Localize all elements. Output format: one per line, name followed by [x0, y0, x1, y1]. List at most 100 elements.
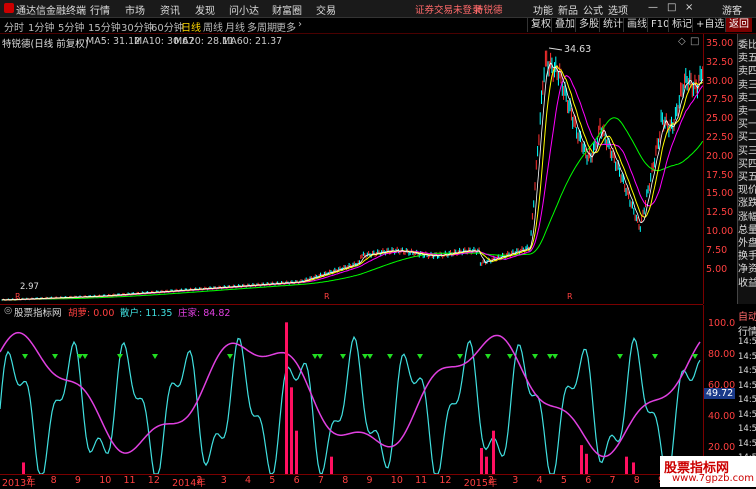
indicator-menu-icon[interactable]: ◎	[4, 305, 12, 316]
signal-bar	[22, 462, 25, 474]
price-tick-label: 7.50	[706, 244, 728, 256]
signal-bar	[585, 453, 588, 474]
time-tick-label: 2	[196, 475, 203, 486]
indicator-tick-label: 20.00	[708, 442, 736, 453]
menu-ask[interactable]: 问小达	[229, 2, 259, 17]
tick-time-label: 14:50	[738, 337, 756, 347]
guest-user[interactable]: 游客	[722, 2, 742, 17]
watermark-url: www.7gpzb.com	[672, 473, 754, 484]
period-weekly[interactable]: 周线	[203, 19, 223, 34]
low-price-label: 2.97	[20, 282, 39, 292]
time-tick-label: 11	[415, 475, 428, 486]
tool-adjust[interactable]: 复权	[527, 18, 554, 32]
rights-marker: R	[15, 292, 21, 301]
price-tick-label: 20.00	[706, 150, 734, 162]
period-60min[interactable]: 60分钟	[151, 19, 184, 34]
buy-signal-marker	[485, 354, 491, 359]
menu-news[interactable]: 资讯	[160, 2, 180, 17]
menu-options[interactable]: 选项	[608, 2, 628, 17]
period-5min[interactable]: 5分钟	[58, 19, 84, 34]
price-chart[interactable]	[0, 34, 703, 304]
period-monthly[interactable]: 月线	[225, 19, 245, 34]
period-multi[interactable]: 多周期	[247, 19, 277, 34]
menu-market[interactable]: 市场	[125, 2, 145, 17]
menu-formula[interactable]: 公式	[583, 2, 603, 17]
tick-time-label: 行情	[738, 326, 756, 338]
period-1min[interactable]: 1分钟	[28, 19, 54, 34]
signal-bar	[580, 445, 583, 474]
price-tick-label: 5.00	[706, 263, 728, 275]
tick-time-label: 14:50	[738, 395, 756, 405]
buy-signal-marker	[340, 354, 346, 359]
menu-trade[interactable]: 交易	[316, 2, 336, 17]
retail-line	[0, 335, 701, 474]
period-15min[interactable]: 15分钟	[88, 19, 121, 34]
tool-draw[interactable]: 画线	[623, 18, 650, 32]
tick-time-label: 14:50	[738, 438, 756, 449]
time-tick-label: 3	[512, 475, 519, 486]
buy-signal-marker	[547, 354, 553, 359]
period-30min[interactable]: 30分钟	[121, 19, 154, 34]
buy-signal-marker	[617, 354, 623, 359]
price-tick-label: 12.50	[706, 207, 734, 219]
time-tick-label: 8	[342, 475, 349, 486]
tool-statistics[interactable]: 统计	[599, 18, 626, 32]
buy-signal-marker	[457, 354, 463, 359]
indicator-retail-value: 散户: 11.35	[120, 308, 173, 319]
tool-overlay[interactable]: 叠加	[551, 18, 578, 32]
price-tick-label: 22.50	[706, 132, 734, 143]
chart-settings-icon[interactable]: ◇	[678, 36, 686, 47]
price-tick-label: 35.00	[706, 38, 734, 49]
indicator-tick-label: 40.00	[708, 411, 736, 422]
time-tick-label: 10	[99, 475, 112, 486]
signal-bar	[625, 456, 628, 474]
indicator-chart[interactable]	[0, 318, 703, 474]
ma10-line	[1, 65, 703, 301]
signal-bar	[480, 448, 483, 474]
stock-name-link[interactable]: 特锐德	[474, 2, 503, 16]
time-tick-label: 5	[560, 475, 567, 486]
signal-bar	[492, 430, 495, 474]
maximize-button[interactable]: □	[667, 2, 676, 13]
indicator-main-value: 庄家: 84.82	[178, 308, 231, 319]
period-daily[interactable]: 日线	[181, 19, 201, 34]
indicator-name[interactable]: 股票指标网	[14, 305, 62, 319]
tick-time-label: 14:50	[738, 380, 756, 391]
menu-new[interactable]: 新品	[558, 2, 578, 17]
signal-bar	[330, 456, 333, 474]
menu-discover[interactable]: 发现	[195, 2, 215, 17]
time-tick-label: 8	[50, 475, 57, 486]
menu-quotes[interactable]: 行情	[90, 2, 110, 17]
buy-signal-marker	[22, 354, 28, 359]
buy-signal-marker	[692, 354, 698, 359]
chart-expand-icon[interactable]: □	[690, 36, 699, 47]
buy-signal-marker	[362, 354, 368, 359]
menu-bar: 通达信金融终端 行情 市场 资讯 发现 问小达 财富圈 交易 证券交易未登录 特…	[0, 0, 756, 18]
tool-back[interactable]: 返回	[725, 18, 752, 32]
time-tick-label: 10	[390, 475, 403, 486]
time-tick-label: 7	[26, 475, 33, 486]
menu-wealth[interactable]: 财富圈	[272, 2, 302, 17]
menu-function[interactable]: 功能	[533, 2, 553, 17]
period-more[interactable]: 更多	[276, 19, 296, 34]
signal-bar	[285, 322, 288, 474]
buy-signal-marker	[117, 354, 123, 359]
tool-mark[interactable]: 标记	[668, 18, 695, 32]
buy-signal-marker	[552, 354, 558, 359]
chevron-right-icon[interactable]: ›	[298, 19, 302, 30]
tick-time-label: 14:50	[738, 424, 756, 434]
indicator-tick-label: 80.00	[708, 349, 736, 360]
time-tick-label: 3	[220, 475, 227, 486]
tool-watchlist[interactable]: +自选	[692, 18, 727, 32]
tool-multistock[interactable]: 多股	[575, 18, 602, 32]
period-intraday[interactable]: 分时	[4, 19, 24, 34]
buy-signal-marker	[652, 354, 658, 359]
candlestick-chart	[1, 47, 703, 302]
close-button[interactable]: ×	[685, 2, 693, 13]
time-tick-label: 5	[269, 475, 276, 486]
indicator-tick-label: 100.0	[708, 318, 736, 329]
peak-price-label: 34.63	[564, 44, 592, 55]
trade-login-warning[interactable]: 证券交易未登录	[415, 2, 482, 16]
minimize-button[interactable]: —	[648, 2, 658, 13]
tick-time-label: 14:50	[738, 351, 756, 362]
